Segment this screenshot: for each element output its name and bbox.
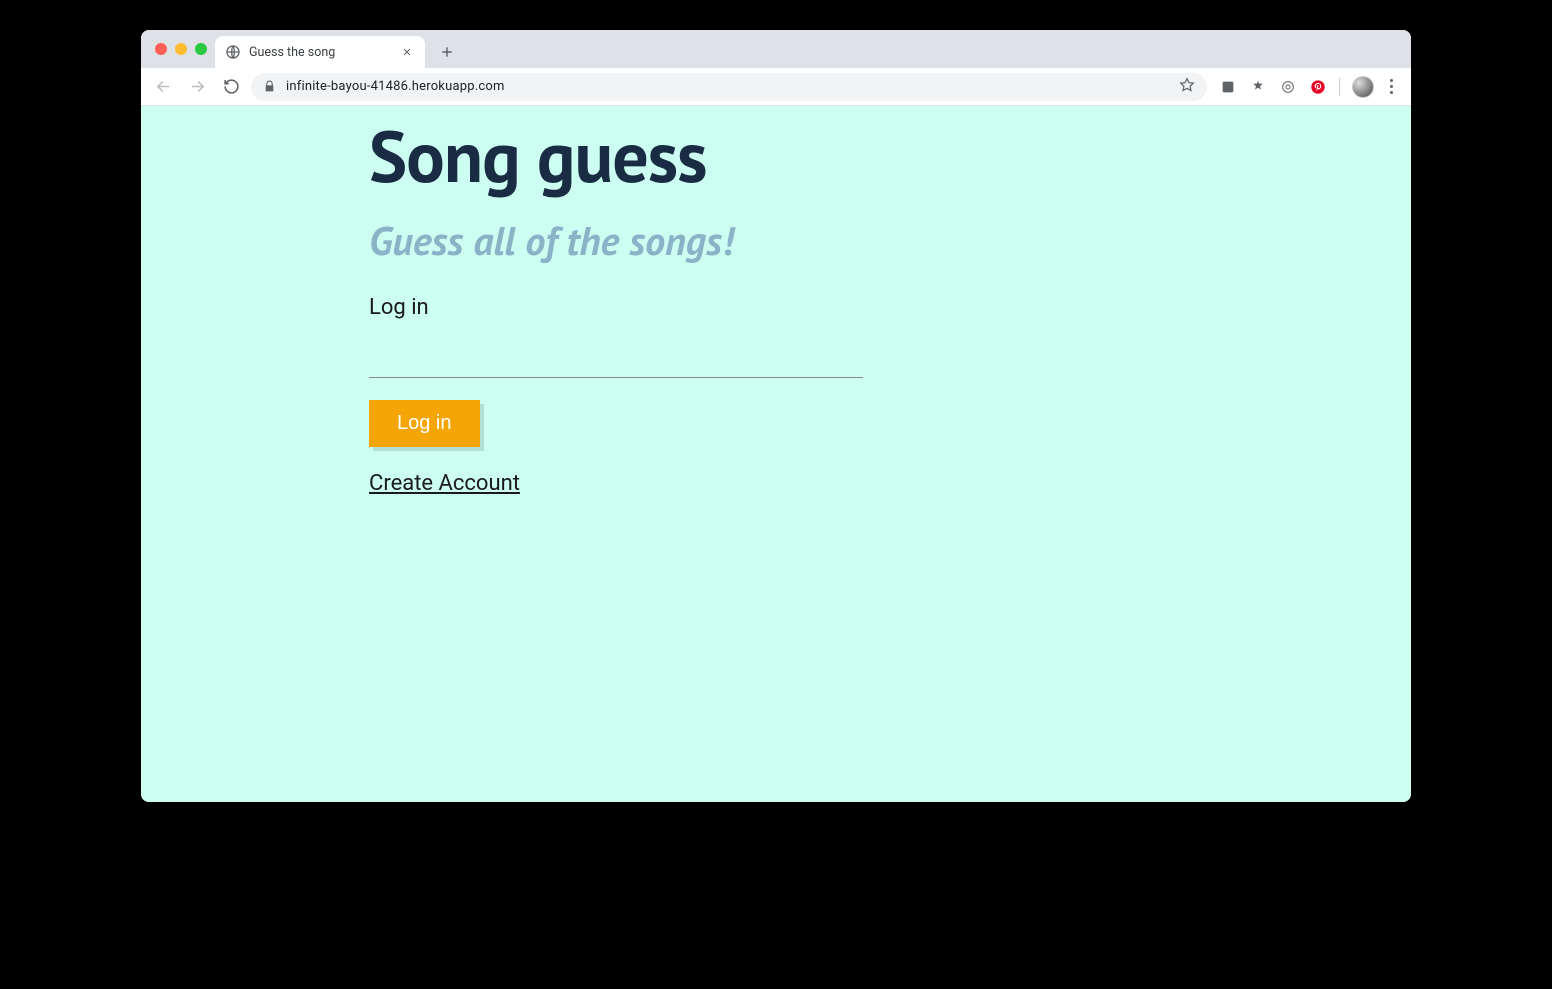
tab-title: Guess the song — [249, 45, 391, 60]
toolbar-icons — [1213, 75, 1403, 98]
globe-icon — [225, 44, 241, 60]
page-content: Song guess Guess all of the songs! Log i… — [141, 106, 1411, 802]
page-title: Song guess — [369, 116, 1411, 195]
tab-bar: Guess the song — [141, 30, 1411, 68]
window-controls — [155, 43, 207, 55]
back-button[interactable] — [149, 73, 177, 101]
page-subtitle: Guess all of the songs! — [369, 215, 1411, 267]
reload-button[interactable] — [217, 73, 245, 101]
extension-icon-3[interactable] — [1279, 78, 1297, 96]
url-text: infinite-bayou-41486.herokuapp.com — [286, 79, 1169, 94]
extension-icon-1[interactable] — [1219, 78, 1237, 96]
profile-avatar[interactable] — [1352, 76, 1374, 98]
forward-button[interactable] — [183, 73, 211, 101]
address-bar[interactable]: infinite-bayou-41486.herokuapp.com — [251, 73, 1207, 101]
browser-tab[interactable]: Guess the song — [215, 36, 425, 68]
minimize-window-button[interactable] — [175, 43, 187, 55]
login-button[interactable]: Log in — [369, 400, 480, 447]
login-label: Log in — [369, 295, 1411, 320]
bookmark-star-icon[interactable] — [1179, 77, 1195, 97]
browser-window: Guess the song — [141, 30, 1411, 802]
maximize-window-button[interactable] — [195, 43, 207, 55]
close-window-button[interactable] — [155, 43, 167, 55]
extension-icon-2[interactable] — [1249, 78, 1267, 96]
browser-menu-button[interactable] — [1386, 75, 1397, 98]
lock-icon — [263, 80, 276, 93]
new-tab-button[interactable] — [433, 38, 461, 66]
toolbar-divider — [1339, 78, 1340, 96]
create-account-link[interactable]: Create Account — [369, 471, 520, 496]
pinterest-icon[interactable] — [1309, 78, 1327, 96]
address-bar-row: infinite-bayou-41486.herokuapp.com — [141, 68, 1411, 106]
login-input[interactable] — [369, 328, 863, 378]
close-tab-button[interactable] — [399, 44, 415, 60]
tabs-container: Guess the song — [215, 30, 461, 68]
